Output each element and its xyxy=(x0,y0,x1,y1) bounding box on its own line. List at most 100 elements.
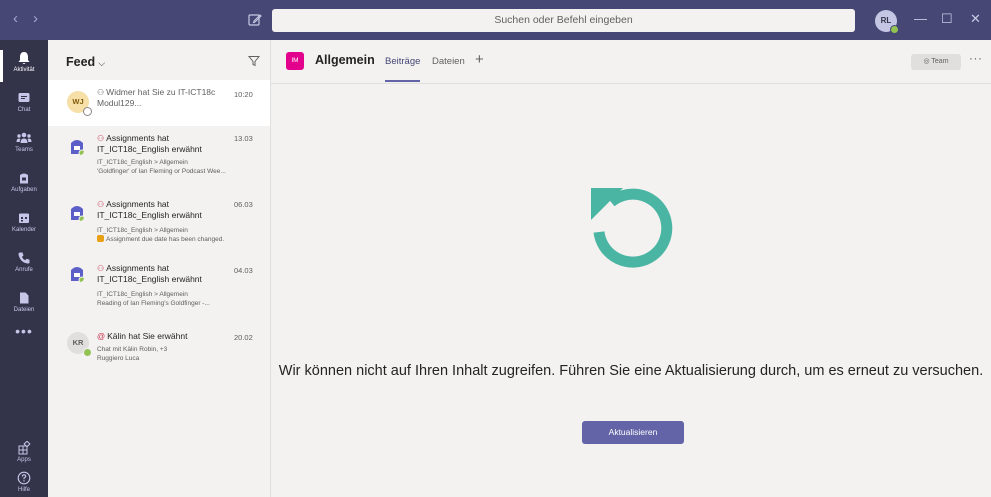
main-content: IM Allgemein Beiträge Dateien + ◎ Team ·… xyxy=(271,40,991,497)
rail-more-button[interactable]: ••• xyxy=(0,323,48,339)
feed-item-title-text: Widmer hat Sie zu IT-ICT18c Modul129... xyxy=(97,87,216,108)
rail-item-help[interactable]: Hilfe xyxy=(0,466,48,497)
activity-feed-panel: Feed ⌵ WJ ⚇ Widmer hat Sie zu IT-ICT18c Mo… xyxy=(48,40,271,497)
tab-files[interactable]: Dateien xyxy=(432,56,465,67)
feed-item-time: 06.03 xyxy=(234,200,253,209)
eye-icon: ◎ xyxy=(923,58,930,65)
team-icon: ⚇ xyxy=(97,264,105,273)
help-icon xyxy=(17,471,31,485)
title-bar: ‹ › Suchen oder Befehl eingeben RL — ☐ ✕ xyxy=(0,0,991,40)
apps-icon xyxy=(18,441,31,455)
rail-item-label: Anrufe xyxy=(15,267,33,273)
rail-item-calls[interactable]: Anrufe xyxy=(0,246,48,286)
rail-item-calendar[interactable]: Kalender xyxy=(0,206,48,246)
feed-item-preview: 'Goldfinger' of Ian Fleming or Podcast W… xyxy=(97,168,226,175)
feed-item-title-text: Assignments hat IT_ICT18c_English erwähn… xyxy=(97,133,202,154)
refresh-illustration-icon xyxy=(591,188,673,268)
rail-item-teams[interactable]: Teams xyxy=(0,126,48,166)
feed-item-title-text: Assignments hat IT_ICT18c_English erwähn… xyxy=(97,263,202,284)
user-avatar[interactable]: RL xyxy=(875,10,899,34)
feed-item-title-text: Assignments hat IT_ICT18c_English erwähn… xyxy=(97,199,202,220)
mention-icon: @ xyxy=(97,332,106,341)
feed-item-title: ⚇ Assignments hat IT_ICT18c_English erwäh… xyxy=(97,263,242,285)
compose-icon[interactable] xyxy=(247,12,263,28)
minimize-button[interactable]: — xyxy=(914,10,927,28)
forward-button[interactable]: › xyxy=(33,11,38,27)
feed-item[interactable]: ⚇ Assignments hat IT_ICT18c_English erwäh… xyxy=(48,192,270,266)
assignments-app-icon xyxy=(71,267,84,282)
add-tab-button[interactable]: + xyxy=(475,51,484,68)
rail-item-label: Dateien xyxy=(13,307,35,313)
rail-item-label: Aktivität xyxy=(13,67,35,73)
user-initials: RL xyxy=(880,16,892,25)
avatar: KR xyxy=(67,332,92,357)
feed-item[interactable]: ⚇ Assignments hat IT_ICT18c_English erwäh… xyxy=(48,258,270,328)
assignment-bell-icon xyxy=(97,235,104,242)
presence-away-icon xyxy=(83,107,92,116)
close-button[interactable]: ✕ xyxy=(970,10,981,28)
feed-item-title: @ Kälin hat Sie erwähnt xyxy=(97,331,242,342)
rail-item-label: Kalender xyxy=(11,227,37,233)
feed-item-time: 20.02 xyxy=(234,333,253,342)
tasks-icon xyxy=(20,173,28,184)
chevron-down-icon: ⌵ xyxy=(98,58,106,68)
maximize-button[interactable]: ☐ xyxy=(941,10,953,28)
refresh-button[interactable]: Aktualisieren xyxy=(582,421,684,444)
feed-item-title: ⚇ Assignments hat IT_ICT18c_English erwäh… xyxy=(97,133,242,155)
phone-icon xyxy=(18,252,30,264)
team-icon: ⚇ xyxy=(97,88,105,97)
feed-item-location: IT_ICT18c_English > Allgemein xyxy=(97,291,188,298)
assignments-app-icon xyxy=(71,206,84,221)
feed-item-preview-text: Assignment due date has been changed. xyxy=(106,236,225,243)
feed-item-time: 04.03 xyxy=(234,266,253,275)
feed-item-time: 13.03 xyxy=(234,134,253,143)
error-message: Wir können nicht auf Ihren Inhalt zugrei… xyxy=(278,363,984,379)
feed-item-preview: Assignment due date has been changed. xyxy=(97,235,262,244)
rail-item-chat[interactable]: Chat xyxy=(0,86,48,126)
team-avatar: IM xyxy=(286,52,304,70)
feed-item-title-text: Kälin hat Sie erwähnt xyxy=(107,331,188,341)
files-icon xyxy=(20,292,29,304)
search-input[interactable]: Suchen oder Befehl eingeben xyxy=(272,9,855,32)
presence-available-icon xyxy=(83,348,92,357)
bell-icon xyxy=(18,52,30,64)
feed-item[interactable]: KR @ Kälin hat Sie erwähnt 20.02 Chat mit… xyxy=(48,328,270,378)
rail-item-tasks[interactable]: Aufgaben xyxy=(0,166,48,206)
avatar-initials: KR xyxy=(72,338,84,347)
feed-item[interactable]: WJ ⚇ Widmer hat Sie zu IT-ICT18c Modul129… xyxy=(48,80,270,126)
teams-icon xyxy=(16,132,32,143)
rail-item-activity[interactable]: Aktivität xyxy=(0,46,48,86)
rail-item-label: Chat xyxy=(17,107,31,113)
channel-header: IM Allgemein Beiträge Dateien + ◎ Team ·… xyxy=(271,40,991,84)
channel-name: Allgemein xyxy=(315,53,375,67)
team-button-label: Team xyxy=(931,58,949,65)
feed-item-time: 10:20 xyxy=(234,90,253,99)
back-button[interactable]: ‹ xyxy=(13,11,18,27)
team-icon: ⚇ xyxy=(97,134,105,143)
feed-item-title: ⚇ Assignments hat IT_ICT18c_English erwäh… xyxy=(97,199,242,221)
avatar-initials: WJ xyxy=(72,97,84,106)
rail-item-label: Teams xyxy=(15,147,33,153)
feed-item-location: IT_ICT18c_English > Allgemein xyxy=(97,159,188,166)
more-options-button[interactable]: ··· xyxy=(969,51,983,65)
app-rail: Aktivität Chat Teams Aufgaben Kalender A… xyxy=(0,40,48,497)
filter-icon[interactable] xyxy=(248,55,260,67)
feed-item-preview: Ruggiero Luca xyxy=(97,355,140,362)
tab-posts[interactable]: Beiträge xyxy=(385,56,421,82)
feed-item-preview: Reading of Ian Fleming's Goldfinger -... xyxy=(97,300,210,307)
team-button[interactable]: ◎ Team xyxy=(911,54,961,70)
rail-item-label: Apps xyxy=(17,457,31,463)
team-icon: ⚇ xyxy=(97,200,105,209)
feed-title-text: Feed xyxy=(66,55,96,69)
feed-item[interactable]: ⚇ Assignments hat IT_ICT18c_English erwäh… xyxy=(48,126,270,192)
feed-title[interactable]: Feed ⌵ xyxy=(66,55,105,69)
rail-item-files[interactable]: Dateien xyxy=(0,286,48,326)
feed-item-location: IT_ICT18c_English > Allgemein xyxy=(97,227,188,234)
rail-item-label: Hilfe xyxy=(17,487,30,493)
avatar: WJ xyxy=(67,91,92,116)
rail-item-label: Aufgaben xyxy=(11,187,37,193)
feed-item-location: Chat mit Kälin Robin, +3 xyxy=(97,346,168,353)
feed-item-title: ⚇ Widmer hat Sie zu IT-ICT18c Modul129... xyxy=(97,87,242,109)
assignments-app-icon xyxy=(71,140,84,155)
calendar-icon xyxy=(19,213,29,223)
